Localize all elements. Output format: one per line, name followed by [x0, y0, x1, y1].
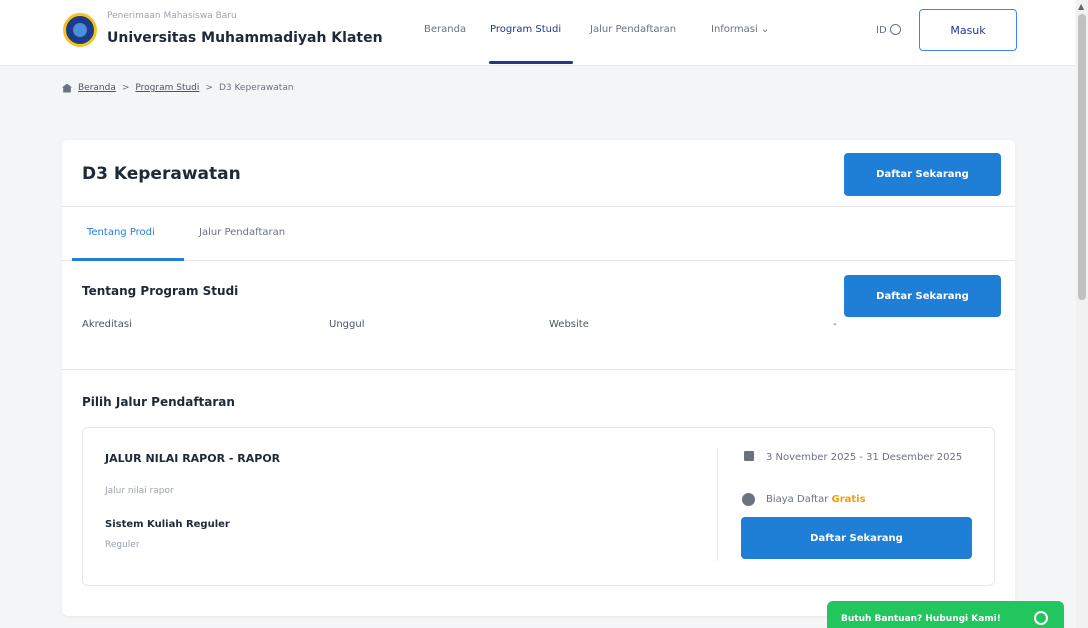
tab-tentang-prodi[interactable]: Tentang Prodi [87, 227, 155, 238]
register-button-header[interactable]: Daftar Sekarang [844, 153, 1001, 196]
whatsapp-icon [1034, 611, 1048, 625]
scroll-up-arrow-icon[interactable]: ▲ [1078, 2, 1084, 11]
register-button-jalur[interactable]: Daftar Sekarang [741, 517, 972, 559]
whatsapp-help-button[interactable]: Butuh Bantuan? Hubungi Kami! [827, 601, 1064, 628]
sistem-kuliah-value: Reguler [105, 540, 140, 550]
nav-informasi[interactable]: Informasi ⌄ [711, 24, 769, 35]
tab-active-indicator [72, 258, 184, 261]
page-title: D3 Keperawatan [82, 164, 241, 184]
jalur-section-title: Pilih Jalur Pendaftaran [82, 395, 235, 409]
jalur-description: Jalur nilai rapor [105, 486, 174, 496]
vertical-divider [717, 448, 718, 561]
registration-date-range: 3 November 2025 - 31 Desember 2025 [766, 452, 963, 463]
fee-icon [742, 493, 755, 506]
jalur-name: JALUR NILAI RAPOR - RAPOR [105, 452, 281, 465]
tab-jalur-pendaftaran[interactable]: Jalur Pendaftaran [199, 227, 285, 238]
fee-value: Gratis [831, 494, 866, 505]
section-divider [62, 369, 1015, 370]
language-label: ID [876, 25, 887, 36]
calendar-icon [744, 451, 754, 461]
page-scrollbar[interactable]: ▲ [1076, 0, 1088, 628]
breadcrumb-program-studi[interactable]: Program Studi [135, 83, 199, 93]
fee-info: Biaya Daftar Gratis [766, 494, 866, 505]
nav-beranda[interactable]: Beranda [424, 24, 466, 35]
whatsapp-label: Butuh Bantuan? Hubungi Kami! [841, 614, 1001, 624]
akreditasi-label: Akreditasi [82, 319, 132, 330]
akreditasi-value: Unggul [329, 319, 365, 330]
login-button[interactable]: Masuk [919, 9, 1017, 51]
about-section-title: Tentang Program Studi [82, 284, 239, 298]
globe-icon [889, 24, 901, 35]
brand-subtitle: Penerimaan Mahasiswa Baru [107, 11, 237, 21]
sistem-kuliah-label: Sistem Kuliah Reguler [105, 519, 230, 530]
breadcrumb-current: D3 Keperawatan [218, 83, 294, 93]
brand-title[interactable]: Universitas Muhammadiyah Klaten [107, 30, 383, 46]
language-switcher[interactable]: ID [876, 24, 901, 36]
website-label: Website [549, 319, 589, 330]
card-header: D3 Keperawatan Daftar Sekarang [62, 140, 1015, 207]
nav-jalur-pendaftaran[interactable]: Jalur Pendaftaran [590, 24, 676, 35]
breadcrumb-beranda[interactable]: Beranda [78, 83, 116, 93]
university-logo[interactable] [63, 13, 97, 47]
nav-program-studi[interactable]: Program Studi [490, 24, 561, 35]
register-button-about[interactable]: Daftar Sekarang [844, 275, 1001, 317]
site-header: Penerimaan Mahasiswa Baru Universitas Mu… [0, 0, 1075, 66]
breadcrumb-separator: > [121, 83, 130, 93]
breadcrumb: Beranda > Program Studi > D3 Keperawatan [62, 83, 294, 93]
home-icon[interactable] [62, 83, 72, 93]
tab-bar: Tentang Prodi Jalur Pendaftaran [62, 207, 1015, 261]
fee-label: Biaya Daftar [766, 494, 829, 505]
program-card: D3 Keperawatan Daftar Sekarang Tentang P… [62, 140, 1015, 616]
scrollbar-thumb[interactable] [1078, 14, 1086, 300]
breadcrumb-separator: > [205, 83, 213, 93]
jalur-option-card: JALUR NILAI RAPOR - RAPOR Jalur nilai ra… [82, 427, 995, 586]
nav-active-indicator [489, 61, 573, 64]
website-value: - [833, 319, 837, 330]
